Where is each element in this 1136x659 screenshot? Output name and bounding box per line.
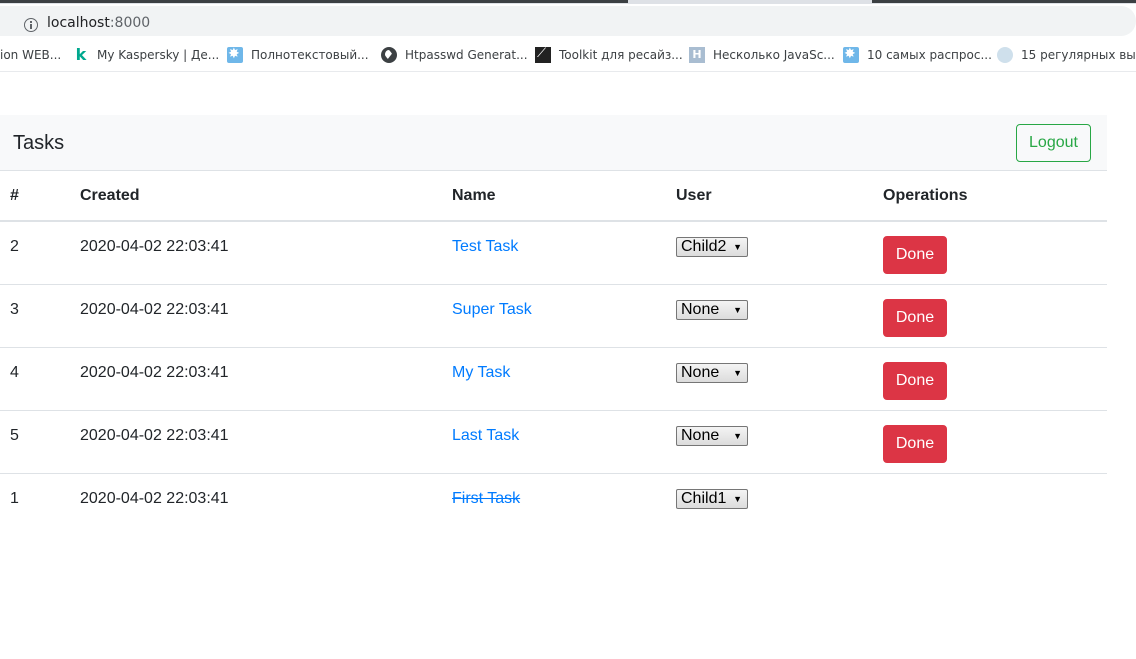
- bookmark-label: ion WEB...: [0, 48, 62, 62]
- bookmark-label: Полнотекстовый...: [251, 48, 369, 62]
- task-name-link[interactable]: Super Task: [452, 301, 532, 318]
- table-row: 4 2020-04-02 22:03:41 My Task None ▼ Done: [0, 346, 1107, 410]
- table-row: 1 2020-04-02 22:03:41 First Task Child1 ▼: [0, 472, 1107, 536]
- globe-icon: [381, 47, 397, 63]
- task-created: 2020-04-02 22:03:41: [80, 283, 452, 347]
- table-body: 2 2020-04-02 22:03:41 Test Task Child2 ▼ …: [0, 221, 1107, 536]
- info-icon[interactable]: [24, 18, 38, 32]
- bookmark-item[interactable]: Htpasswd Generat...: [381, 46, 528, 64]
- dropdown-arrow-icon: ▼: [733, 493, 742, 504]
- task-id: 1: [0, 472, 80, 536]
- table-header: # Created Name User Operations: [0, 171, 1107, 222]
- h-icon: H: [689, 47, 705, 63]
- task-name-link[interactable]: Last Task: [452, 427, 519, 444]
- user-select[interactable]: Child2 ▼: [676, 237, 748, 257]
- user-select-value: None: [681, 363, 720, 381]
- done-button[interactable]: Done: [883, 236, 947, 274]
- table-row: 2 2020-04-02 22:03:41 Test Task Child2 ▼ …: [0, 221, 1107, 284]
- user-select[interactable]: None ▼: [676, 362, 748, 383]
- bookmark-label: My Kaspersky | Де...: [97, 48, 220, 62]
- table-row: 5 2020-04-02 22:03:41 Last Task None ▼ Do…: [0, 409, 1107, 473]
- bookmark-item[interactable]: k My Kaspersky | Де...: [73, 45, 220, 64]
- inactive-tab-edge: [872, 0, 1136, 3]
- header-row: # Created Name User Operations: [0, 171, 1107, 222]
- bookmarks-bar: ion WEB... k My Kaspersky | Де... Полнот…: [0, 38, 1136, 72]
- url-field[interactable]: localhost:8000: [0, 6, 1136, 36]
- table-row: 3 2020-04-02 22:03:41 Super Task None ▼ D…: [0, 283, 1107, 347]
- column-header-operations: Operations: [883, 171, 1107, 222]
- task-created: 2020-04-02 22:03:41: [80, 238, 229, 255]
- task-name-link-done[interactable]: First Task: [452, 490, 520, 507]
- url-host: localhost: [47, 15, 110, 31]
- bookmark-item[interactable]: Toolkit для ресайз...: [535, 46, 683, 64]
- task-created: 2020-04-02 22:03:41: [80, 346, 452, 410]
- user-select-value: None: [681, 426, 720, 444]
- task-id: 2: [10, 238, 19, 255]
- column-header-created: Created: [80, 171, 452, 222]
- address-bar[interactable]: localhost:8000: [0, 4, 1136, 38]
- task-id: 5: [0, 409, 80, 473]
- done-button[interactable]: Done: [883, 361, 947, 400]
- bookmark-item[interactable]: H Несколько JavaSc...: [689, 46, 835, 64]
- task-name-link[interactable]: My Task: [452, 364, 510, 381]
- user-select[interactable]: Child1 ▼: [676, 488, 748, 509]
- dropdown-arrow-icon: ▼: [733, 242, 742, 252]
- bookmark-item[interactable]: ion WEB...: [0, 46, 61, 64]
- bookmark-label: Несколько JavaSc...: [713, 48, 835, 62]
- bubble-icon: [997, 47, 1013, 63]
- bookmark-label: 15 регулярных вы...: [1021, 48, 1136, 62]
- star-badge-icon: [227, 46, 243, 63]
- bookmark-item[interactable]: 15 регулярных вы...: [997, 46, 1136, 64]
- dropdown-arrow-icon: ▼: [733, 367, 742, 378]
- task-created: 2020-04-02 22:03:41: [80, 472, 452, 536]
- star-badge-icon: [843, 46, 859, 63]
- tasks-table: # Created Name User Operations 2 2020-04…: [0, 171, 1107, 536]
- bookmark-label: Htpasswd Generat...: [405, 48, 528, 62]
- user-select-value: Child2: [681, 238, 727, 255]
- url-text[interactable]: localhost:8000: [47, 15, 150, 31]
- bookmark-label: Toolkit для ресайз...: [559, 48, 683, 62]
- page-title: Tasks: [13, 132, 65, 154]
- toolkit-icon: [535, 46, 551, 63]
- done-button[interactable]: Done: [883, 298, 947, 337]
- dropdown-arrow-icon: ▼: [733, 430, 742, 441]
- kaspersky-icon: k: [75, 45, 87, 64]
- column-header-id: #: [0, 171, 80, 222]
- logout-button[interactable]: Logout: [1016, 124, 1091, 162]
- bookmark-item[interactable]: 10 самых распрос...: [843, 46, 992, 64]
- bookmark-label: 10 самых распрос...: [867, 48, 992, 62]
- user-select-value: None: [681, 300, 720, 318]
- url-port: :8000: [109, 15, 151, 31]
- dropdown-arrow-icon: ▼: [733, 304, 742, 315]
- bookmark-item[interactable]: Полнотекстовый...: [227, 46, 369, 64]
- done-button[interactable]: Done: [883, 424, 947, 463]
- user-select[interactable]: None ▼: [676, 299, 748, 320]
- column-header-user: User: [676, 171, 883, 222]
- user-select[interactable]: None ▼: [676, 425, 748, 446]
- navbar: Tasks Logout: [0, 115, 1107, 171]
- task-name-link[interactable]: Test Task: [452, 238, 518, 255]
- active-tab-edge: [0, 0, 628, 3]
- task-id: 3: [0, 283, 80, 347]
- user-select-value: Child1: [681, 489, 727, 507]
- operations-empty: [883, 472, 1107, 536]
- task-created: 2020-04-02 22:03:41: [80, 409, 452, 473]
- column-header-name: Name: [452, 171, 676, 222]
- task-id: 4: [0, 346, 80, 410]
